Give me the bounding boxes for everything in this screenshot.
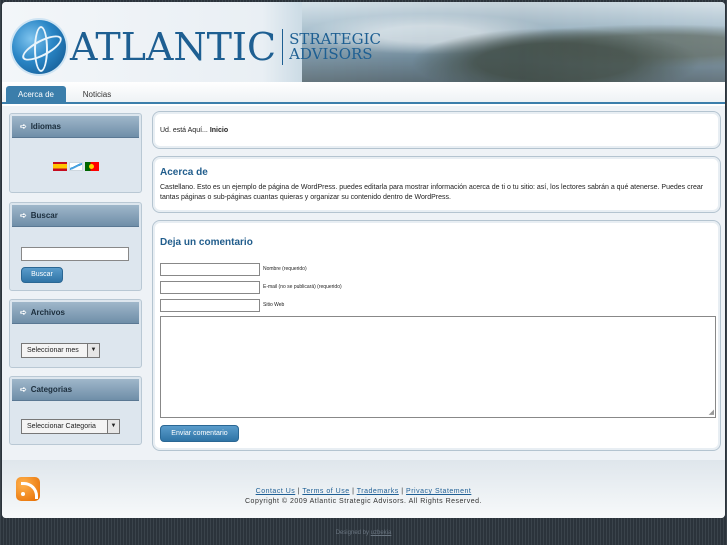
resize-grip-icon[interactable]: ◢: [709, 408, 714, 416]
language-flags: [10, 162, 141, 171]
footer-link-trademarks[interactable]: Trademarks: [357, 488, 399, 495]
breadcrumb-box: Ud. está Aquí... Inicio: [152, 111, 721, 149]
breadcrumb-home-link[interactable]: Inicio: [210, 127, 228, 134]
email-label: E-mail (no se publicará) (requerido): [263, 284, 342, 290]
logo-sub-line2: ADVISORS: [289, 45, 373, 63]
tab-acerca-de[interactable]: Acerca de: [6, 86, 66, 104]
globe-icon: [12, 20, 66, 74]
name-label: Nombre (requerido): [263, 266, 307, 272]
widget-idiomas: ➪ Idiomas: [9, 113, 142, 193]
copyright: Copyright © 2009 Atlantic Strategic Advi…: [245, 498, 482, 505]
pt-flag-icon[interactable]: [84, 162, 99, 171]
search-input[interactable]: [21, 247, 129, 261]
footer-link-terms[interactable]: Terms of Use: [302, 488, 349, 495]
comment-box: Deja un comentario Nombre (requerido) E-…: [152, 220, 721, 451]
category-select[interactable]: Seleccionar Categoria ▼: [21, 419, 120, 434]
widget-buscar-title: ➪ Buscar: [12, 205, 139, 227]
widget-categorias: ➪ Categorias Seleccionar Categoria ▼: [9, 376, 142, 445]
widget-buscar: ➪ Buscar Buscar: [9, 202, 142, 291]
page-text: Castellano. Esto es un ejemplo de página…: [160, 184, 704, 201]
logo-divider: [282, 29, 284, 65]
footer-link-contact[interactable]: Contact Us: [256, 488, 296, 495]
site-footer: Contact Us | Terms of Use | Trademarks |…: [2, 460, 725, 518]
site-header: ATLANTIC STRATEGIC ADVISORS: [2, 2, 725, 82]
widget-idiomas-title: ➪ Idiomas: [12, 116, 139, 138]
site-logo[interactable]: ATLANTIC STRATEGIC ADVISORS: [12, 17, 381, 77]
footer-separator: |: [352, 488, 355, 495]
submit-comment-button[interactable]: Enviar comentario: [160, 425, 239, 442]
comment-title: Deja un comentario: [160, 237, 253, 248]
archive-select-value: Seleccionar mes: [27, 347, 79, 354]
arrow-right-icon: ➪: [20, 307, 27, 317]
website-field[interactable]: [160, 299, 260, 312]
widget-archivos-label: Archivos: [30, 307, 65, 317]
gl-flag-icon[interactable]: [68, 162, 83, 171]
logo-subtitle: STRATEGIC ADVISORS: [289, 32, 381, 62]
logo-wordmark: ATLANTIC: [70, 25, 277, 69]
page-title: Acerca de: [160, 167, 208, 178]
website-label: Sitio Web: [263, 302, 285, 308]
designed-by-prefix: Designed by: [335, 530, 371, 536]
breadcrumb: Ud. está Aquí... Inicio: [153, 112, 720, 134]
footer-separator: |: [401, 488, 404, 495]
chevron-down-icon: ▼: [87, 344, 99, 357]
widget-buscar-label: Buscar: [30, 210, 58, 220]
chevron-down-icon: ▼: [107, 420, 119, 433]
tab-noticias[interactable]: Noticias: [70, 86, 124, 104]
widget-archivos: ➪ Archivos Seleccionar mes ▼: [9, 299, 142, 368]
arrow-right-icon: ➪: [20, 121, 27, 131]
email-field[interactable]: [160, 281, 260, 294]
arrow-right-icon: ➪: [20, 210, 27, 220]
footer-links: Contact Us | Terms of Use | Trademarks |…: [2, 488, 725, 495]
widget-archivos-title: ➪ Archivos: [12, 302, 139, 324]
designer-link[interactable]: uzbekia: [371, 530, 392, 536]
page-wrapper: ATLANTIC STRATEGIC ADVISORS Acerca de No…: [2, 2, 725, 518]
widget-idiomas-label: Idiomas: [30, 121, 61, 131]
comment-textarea[interactable]: ◢: [160, 316, 716, 418]
es-flag-icon[interactable]: [52, 162, 67, 171]
page-content-box: Acerca de Castellano. Esto es un ejemplo…: [152, 156, 721, 213]
category-select-value: Seleccionar Categoria: [27, 423, 96, 430]
widget-categorias-title: ➪ Categorias: [12, 379, 139, 401]
widget-categorias-label: Categorias: [30, 384, 73, 394]
search-button[interactable]: Buscar: [21, 267, 63, 283]
footer-link-privacy[interactable]: Privacy Statement: [406, 488, 471, 495]
archive-select[interactable]: Seleccionar mes ▼: [21, 343, 100, 358]
main-nav: Acerca de Noticias: [2, 82, 725, 104]
breadcrumb-prefix: Ud. está Aquí...: [160, 127, 210, 134]
designed-by: Designed by uzbekia: [0, 530, 727, 536]
arrow-right-icon: ➪: [20, 384, 27, 394]
name-field[interactable]: [160, 263, 260, 276]
footer-separator: |: [297, 488, 301, 495]
